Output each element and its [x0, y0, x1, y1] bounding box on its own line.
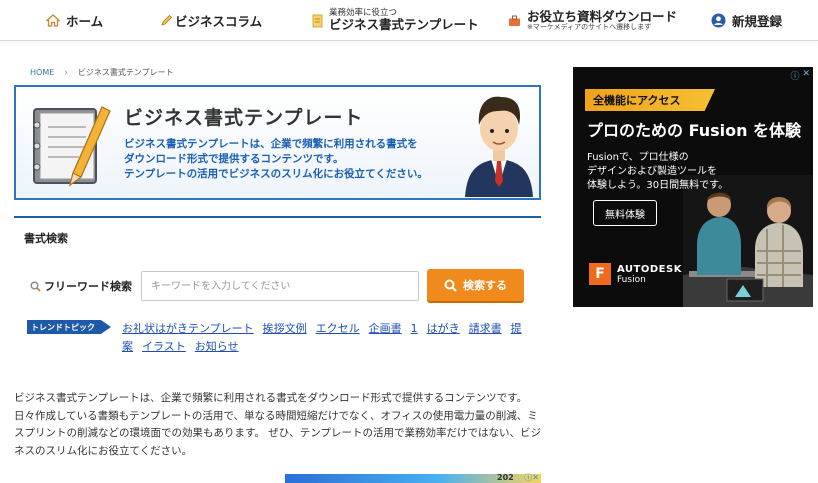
- autodesk-brand: F AUTODESK Fusion: [589, 263, 682, 285]
- nav-download[interactable]: お役立ち資料ダウンロード ※マーケメディアのサイトへ遷移します: [508, 0, 677, 41]
- bottom-ad-label: 202: [497, 473, 514, 482]
- ad-choices-icons[interactable]: ⓘ ✕: [790, 69, 810, 82]
- free-word-search-text: フリーワード検索: [44, 280, 132, 293]
- ad-ribbon: 全機能にアクセス: [585, 89, 715, 111]
- trend-link[interactable]: 挨拶文例: [263, 322, 307, 335]
- engineers-photo: [683, 175, 813, 307]
- ad-free-trial-button[interactable]: 無料体験: [593, 200, 657, 226]
- banner-desc-line-3: テンプレートの活用でビジネスのスリム化にお役立てください。: [124, 168, 428, 180]
- section-divider: [14, 216, 541, 218]
- trend-link[interactable]: お知らせ: [195, 340, 239, 353]
- trend-link[interactable]: お礼状はがきテンプレート: [122, 322, 254, 335]
- breadcrumb-home-link[interactable]: HOME: [30, 68, 54, 77]
- nav-register-label: 新規登録: [732, 14, 783, 29]
- ad-info-icon[interactable]: ⓘ: [790, 69, 799, 82]
- bottom-ad-banner[interactable]: 202 ⓘ✕: [285, 472, 541, 483]
- search-section-title: 書式検索: [24, 232, 68, 245]
- banner-description: ビジネス書式テンプレートは、企業で頻繁に利用される書式を ダウンロード形式で提供…: [124, 137, 464, 182]
- search-icon: [444, 279, 457, 292]
- nav-business-column[interactable]: ビジネスコラム: [160, 0, 262, 41]
- ad-headline: プロのための Fusion を体験: [587, 121, 802, 140]
- search-button[interactable]: 検索する: [427, 269, 524, 301]
- brand-text: AUTODESK Fusion: [617, 264, 682, 285]
- trend-link[interactable]: はがき: [427, 322, 460, 335]
- ad-copy: Fusionで、プロ仕様の デザインおよび製造ツールを 体験しよう。30日間無料…: [587, 151, 728, 193]
- free-word-search-label: フリーワード検索: [30, 278, 132, 294]
- search-input[interactable]: [141, 271, 419, 301]
- breadcrumb: HOME › ビジネス書式テンプレート: [30, 67, 174, 78]
- intro-paragraph: ビジネス書式テンプレートは、企業で頻繁に利用される書式をダウンロード形式で提供す…: [14, 392, 541, 457]
- pencil-icon: [160, 14, 173, 27]
- nav-template-text: 業務効率に役立つ ビジネス書式テンプレート: [329, 8, 479, 33]
- banner-title: ビジネス書式テンプレート: [124, 107, 364, 129]
- ad-close-icon[interactable]: ⓘ✕: [524, 472, 539, 483]
- trend-link[interactable]: イラスト: [142, 340, 186, 353]
- trend-link[interactable]: 1: [411, 322, 418, 335]
- ad-close-icon[interactable]: ✕: [802, 69, 810, 82]
- nav-home-label: ホーム: [66, 14, 104, 29]
- ad-copy-line-2: デザインおよび製造ツールを: [587, 166, 717, 177]
- nav-download-sub: ※マーケメディアのサイトへ遷移します: [527, 22, 652, 31]
- chevron-right-icon: ›: [64, 67, 68, 78]
- search-button-label: 検索する: [463, 279, 507, 292]
- nav-template-big: ビジネス書式テンプレート: [329, 17, 479, 33]
- nav-register[interactable]: 新規登録: [711, 0, 782, 41]
- briefcase-icon: [508, 15, 521, 27]
- autodesk-fusion-ad[interactable]: ⓘ ✕ 全機能にアクセス プロのための Fusion を体験 Fusionで、プロ…: [573, 67, 813, 307]
- trend-topic-badge: トレンドトピック: [27, 320, 111, 334]
- template-banner: ビジネス書式テンプレート ビジネス書式テンプレートは、企業で頻繁に利用される書式…: [14, 85, 541, 200]
- nav-home[interactable]: ホーム: [46, 0, 103, 41]
- fusion-logo-icon: F: [589, 263, 611, 285]
- magnifier-icon: [30, 281, 41, 292]
- user-icon: [711, 13, 726, 28]
- nav-column-label: ビジネスコラム: [175, 14, 263, 29]
- businessman-illustration: [461, 89, 537, 201]
- binder-pencil-illustration: [24, 97, 114, 196]
- brand-autodesk: AUTODESK: [617, 263, 682, 275]
- breadcrumb-current: ビジネス書式テンプレート: [77, 68, 174, 77]
- trend-topic-links: お礼状はがきテンプレート 挨拶文例 エクセル 企画書 1 はがき 請求書 提案 イラスト お知らせ: [122, 320, 527, 356]
- home-icon: [46, 14, 60, 27]
- brand-fusion: Fusion: [617, 274, 646, 285]
- ad-copy-line-3: 体験しよう。30日間無料です。: [587, 180, 729, 191]
- ad-copy-line-1: Fusionで、プロ仕様の: [587, 152, 689, 163]
- banner-desc-line-1: ビジネス書式テンプレートは、企業で頻繁に利用される書式を: [124, 138, 418, 150]
- nav-business-template[interactable]: 業務効率に役立つ ビジネス書式テンプレート: [312, 0, 479, 41]
- document-icon: [312, 14, 323, 28]
- top-navigation: ホーム ビジネスコラム 業務効率に役立つ ビジネス書式テンプレート お役立ち資料…: [0, 0, 818, 41]
- banner-desc-line-2: ダウンロード形式で提供するコンテンツです。: [124, 153, 344, 165]
- nav-download-big: お役立ち資料ダウンロード: [527, 8, 678, 24]
- trend-link[interactable]: 請求書: [469, 322, 502, 335]
- nav-download-text: お役立ち資料ダウンロード ※マーケメディアのサイトへ遷移します: [527, 10, 677, 31]
- trend-link[interactable]: 企画書: [369, 322, 402, 335]
- trend-link[interactable]: エクセル: [316, 322, 360, 335]
